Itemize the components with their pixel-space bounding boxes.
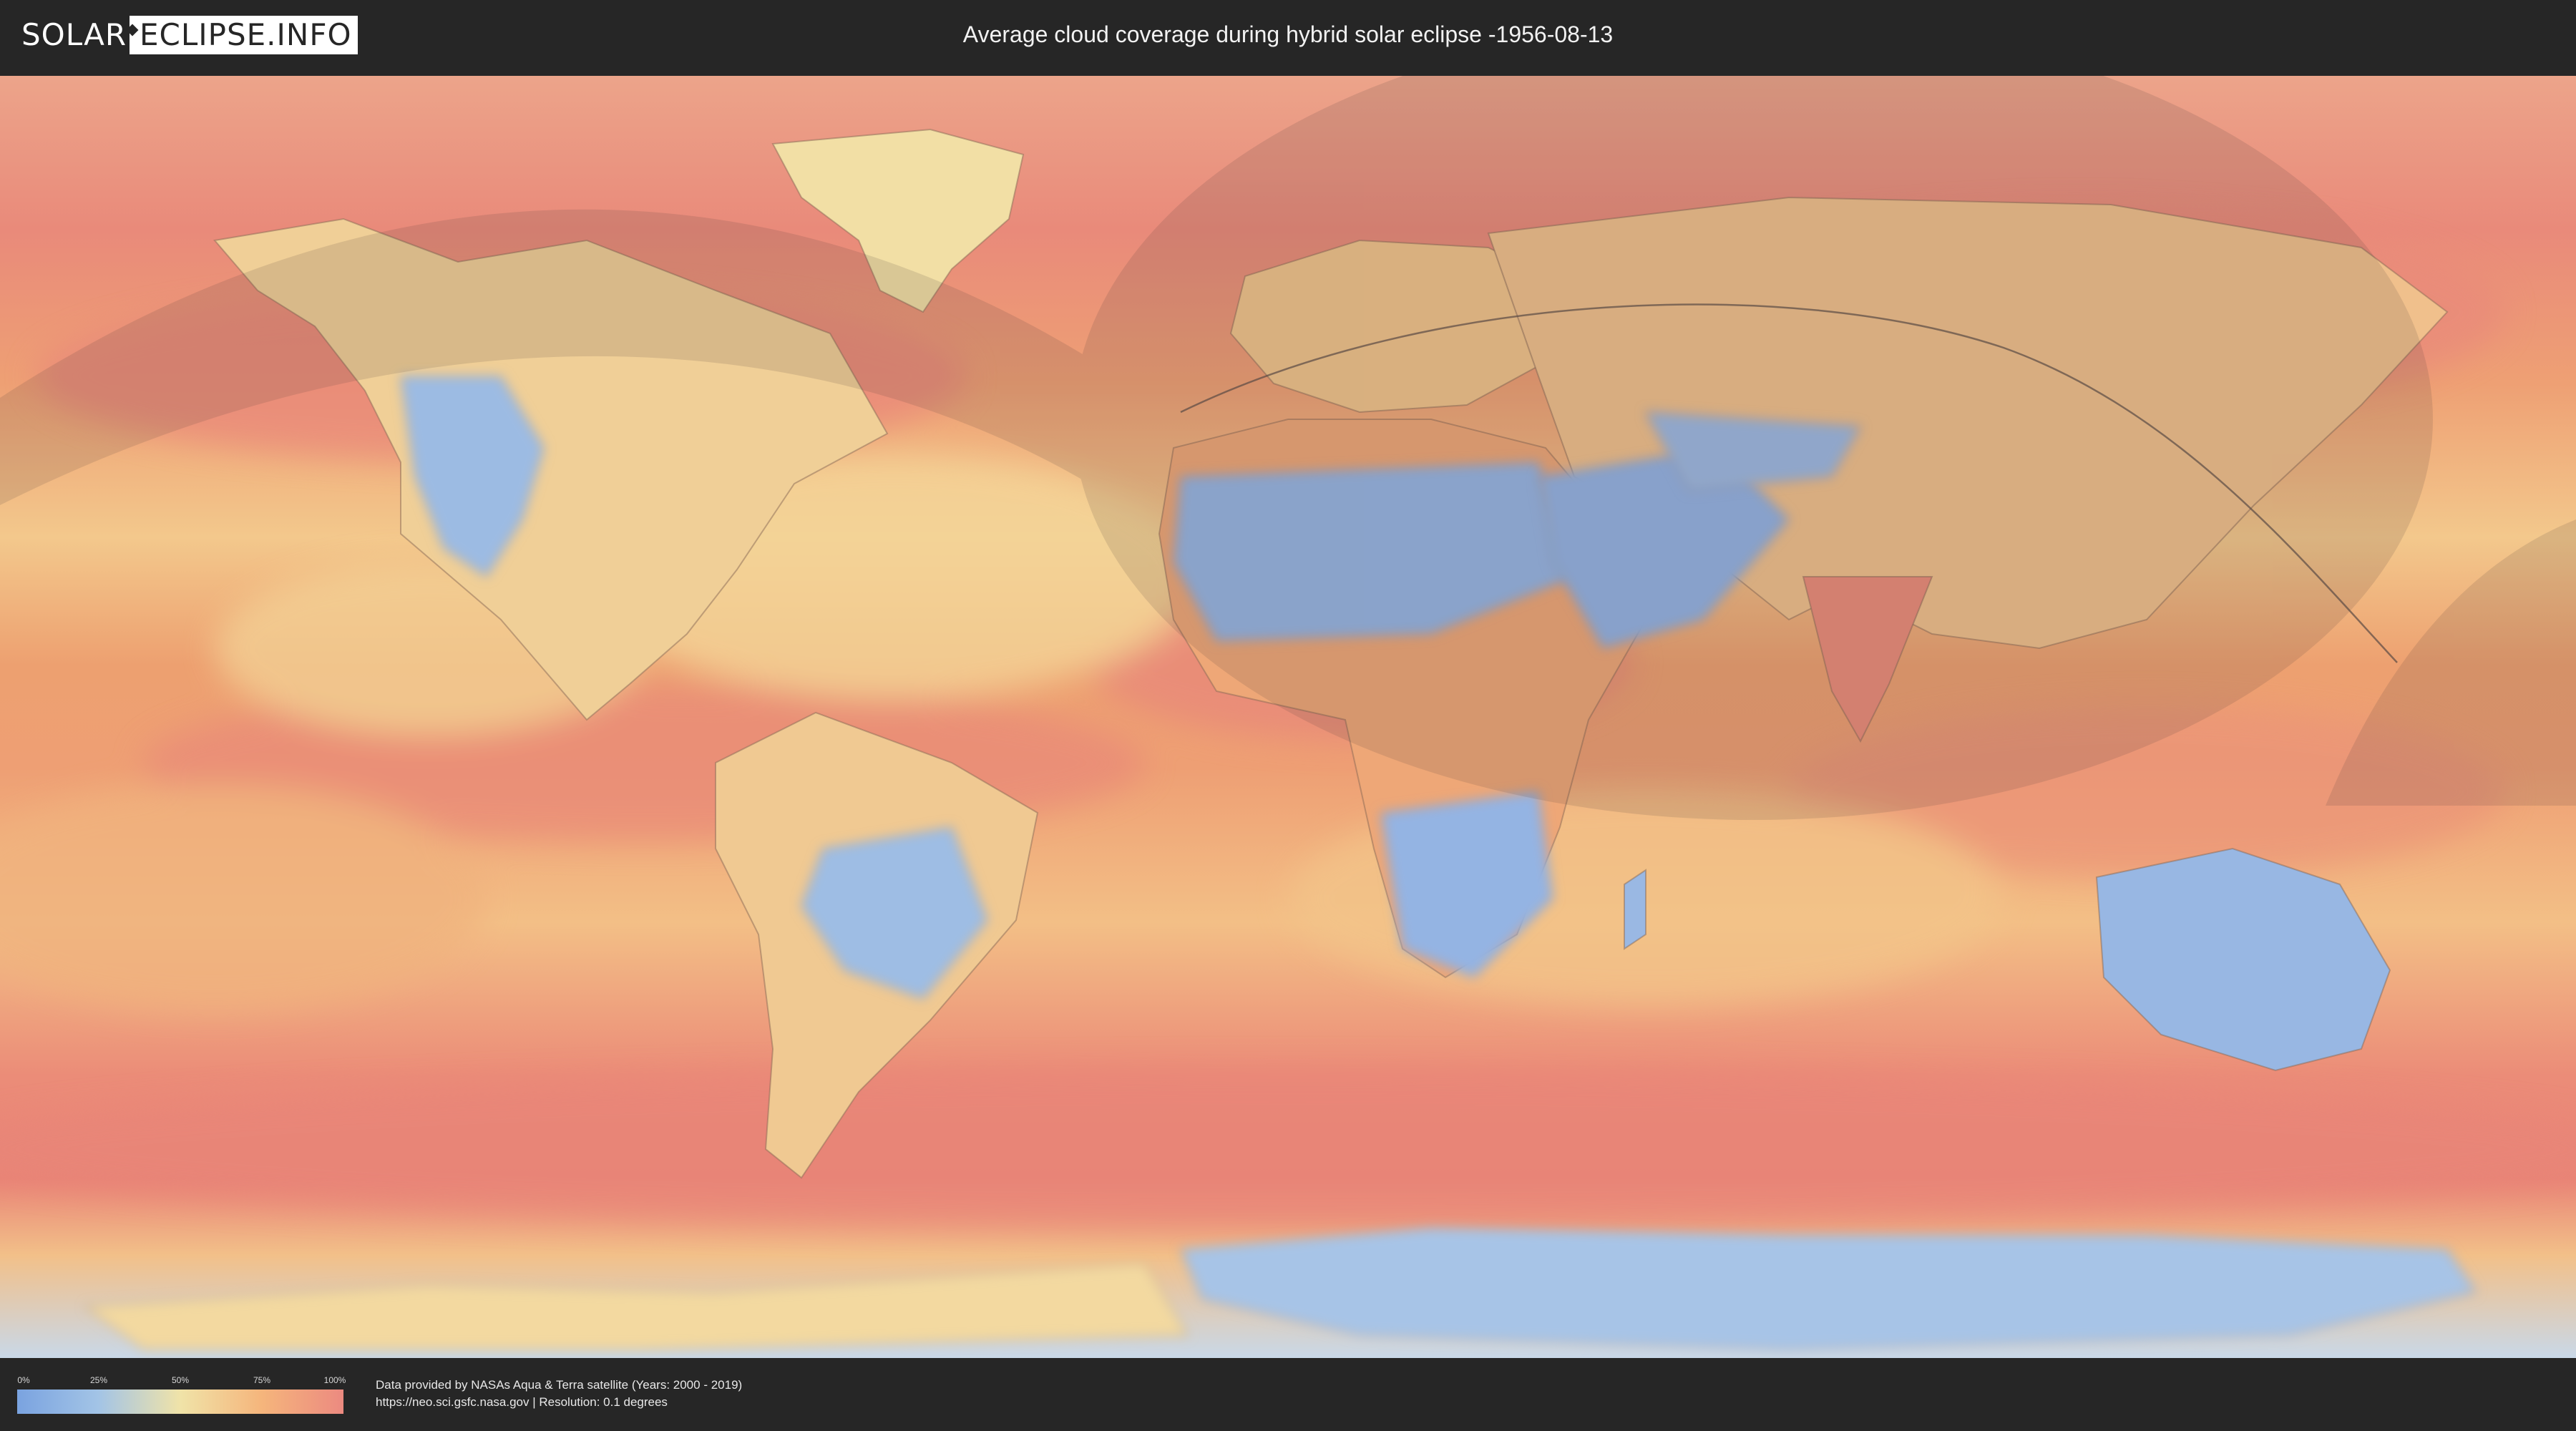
cloud-coverage-legend: 0% 25% 50% 75% 100% <box>17 1375 346 1415</box>
credits-line-1: Data provided by NASAs Aqua & Terra sate… <box>376 1378 743 1392</box>
antarctica <box>1179 1226 2477 1351</box>
cloud-coverage-map <box>0 76 2576 1358</box>
page-title: Average cloud coverage during hybrid sol… <box>962 21 1614 47</box>
legend-tick-75: 75% <box>253 1375 271 1385</box>
legend-tick-100: 100% <box>323 1375 346 1385</box>
credits-line-2: https://neo.sci.gsfc.nasa.gov | Resoluti… <box>376 1395 668 1409</box>
legend-tick-50: 50% <box>171 1375 190 1385</box>
madagascar <box>1624 869 1646 950</box>
data-credits: Data provided by NASAs Aqua & Terra sate… <box>376 1377 742 1411</box>
legend-tick-0: 0% <box>17 1375 30 1385</box>
legend-color-bar <box>17 1390 343 1414</box>
header-bar: SOLAR ECLIPSE.INFO Average cloud coverag… <box>0 0 2576 72</box>
world-map <box>0 76 2576 1358</box>
footer-bar: 0% 25% 50% 75% 100% Data provided by NAS… <box>0 1358 2576 1431</box>
legend-tick-25: 25% <box>89 1375 108 1385</box>
